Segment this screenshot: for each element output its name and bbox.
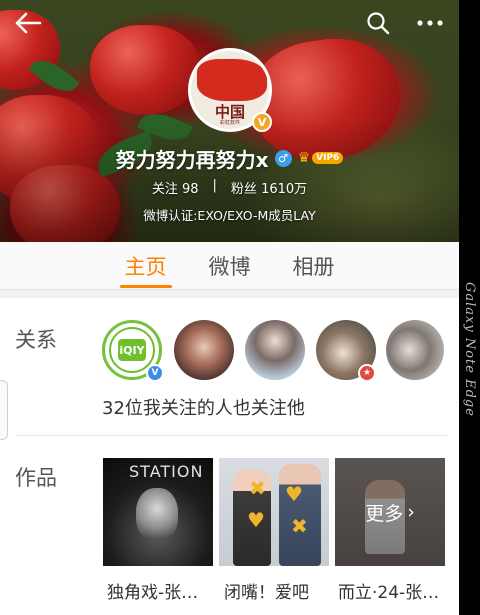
stats-row: 关注 98 | 粉丝 1610万 bbox=[0, 178, 459, 197]
work-cover-more[interactable]: 更多 › bbox=[335, 458, 445, 566]
back-arrow-icon bbox=[15, 12, 42, 34]
tab-album[interactable]: 相册 bbox=[291, 242, 337, 290]
relation-avatar[interactable] bbox=[245, 320, 305, 380]
chevron-right-icon: › bbox=[407, 501, 415, 523]
profile-content: 关系 iQIY V ★ 32位我关注的人也关注他 作品 STATION ✖ ♥ … bbox=[0, 298, 459, 615]
tab-bar: 主页 微博 相册 bbox=[0, 242, 459, 290]
user-name: 努力努力再努力x bbox=[115, 147, 269, 172]
fans-count: 1610万 bbox=[261, 182, 308, 197]
section-divider bbox=[15, 435, 447, 436]
heart-icon: ♥ bbox=[247, 508, 265, 532]
back-button[interactable] bbox=[8, 6, 48, 40]
crown-icon: ♛ bbox=[297, 150, 311, 166]
heart-icon: ✖ bbox=[249, 476, 266, 500]
relation-avatar[interactable] bbox=[386, 320, 444, 380]
search-icon bbox=[367, 12, 390, 35]
stats-separator: | bbox=[212, 178, 217, 193]
relations-title: 关系 bbox=[15, 328, 57, 352]
edge-panel-handle[interactable] bbox=[0, 380, 8, 440]
mutual-follow-text[interactable]: 32位我关注的人也关注他 bbox=[102, 394, 305, 420]
profile-screen: 中国 彩虹软件 V 努力努力再努力x ♂ ♛ VIP6 关注 98 | 粉丝 1… bbox=[0, 0, 459, 615]
vip-label: VIP6 bbox=[312, 152, 344, 164]
heart-icon: ✖ bbox=[291, 514, 308, 538]
china-map-icon bbox=[197, 59, 267, 101]
work-label[interactable]: 独角戏-张… bbox=[107, 578, 222, 603]
male-icon: ♂ bbox=[274, 149, 292, 167]
more-dots-icon bbox=[417, 20, 443, 26]
verification-text: 微博认证:EXO/EXO-M成员LAY bbox=[143, 208, 316, 223]
name-row: 努力努力再努力x ♂ ♛ VIP6 bbox=[0, 144, 459, 172]
work-label[interactable]: 闭嘴！爱吧 bbox=[224, 578, 339, 603]
more-label: 更多 bbox=[365, 502, 404, 525]
verified-badge-icon: V bbox=[252, 112, 272, 132]
device-edge-label: Galaxy Note Edge bbox=[462, 282, 477, 417]
follow-stat[interactable]: 关注 98 bbox=[152, 178, 199, 197]
work-label[interactable]: 而立·24-张… bbox=[338, 578, 453, 603]
tab-home[interactable]: 主页 bbox=[119, 242, 172, 290]
profile-header: 中国 彩虹软件 V 努力努力再努力x ♂ ♛ VIP6 关注 98 | 粉丝 1… bbox=[0, 0, 459, 242]
more-overlay[interactable]: 更多 › bbox=[335, 458, 445, 566]
heart-icon: ♥ bbox=[285, 482, 303, 506]
fans-label: 粉丝 bbox=[230, 182, 257, 197]
work-cover[interactable]: STATION bbox=[103, 458, 213, 566]
relation-avatar[interactable] bbox=[174, 320, 234, 380]
more-button[interactable] bbox=[410, 6, 450, 40]
work-cover-title: STATION bbox=[129, 462, 204, 481]
verified-blue-icon: V bbox=[146, 364, 164, 382]
iqiyi-logo-icon: iQIY bbox=[118, 339, 146, 361]
follow-label: 关注 bbox=[151, 182, 178, 197]
portrait-image bbox=[136, 488, 178, 540]
star-badge-icon: ★ bbox=[358, 364, 376, 382]
vip-badge[interactable]: ♛ VIP6 bbox=[298, 150, 344, 166]
search-button[interactable] bbox=[358, 6, 398, 40]
follow-count: 98 bbox=[181, 182, 199, 197]
tab-weibo[interactable]: 微博 bbox=[207, 242, 253, 290]
works-title: 作品 bbox=[15, 466, 57, 490]
fans-stat[interactable]: 粉丝 1610万 bbox=[231, 178, 307, 197]
work-cover[interactable]: ✖ ♥ ♥ ✖ bbox=[219, 458, 329, 566]
